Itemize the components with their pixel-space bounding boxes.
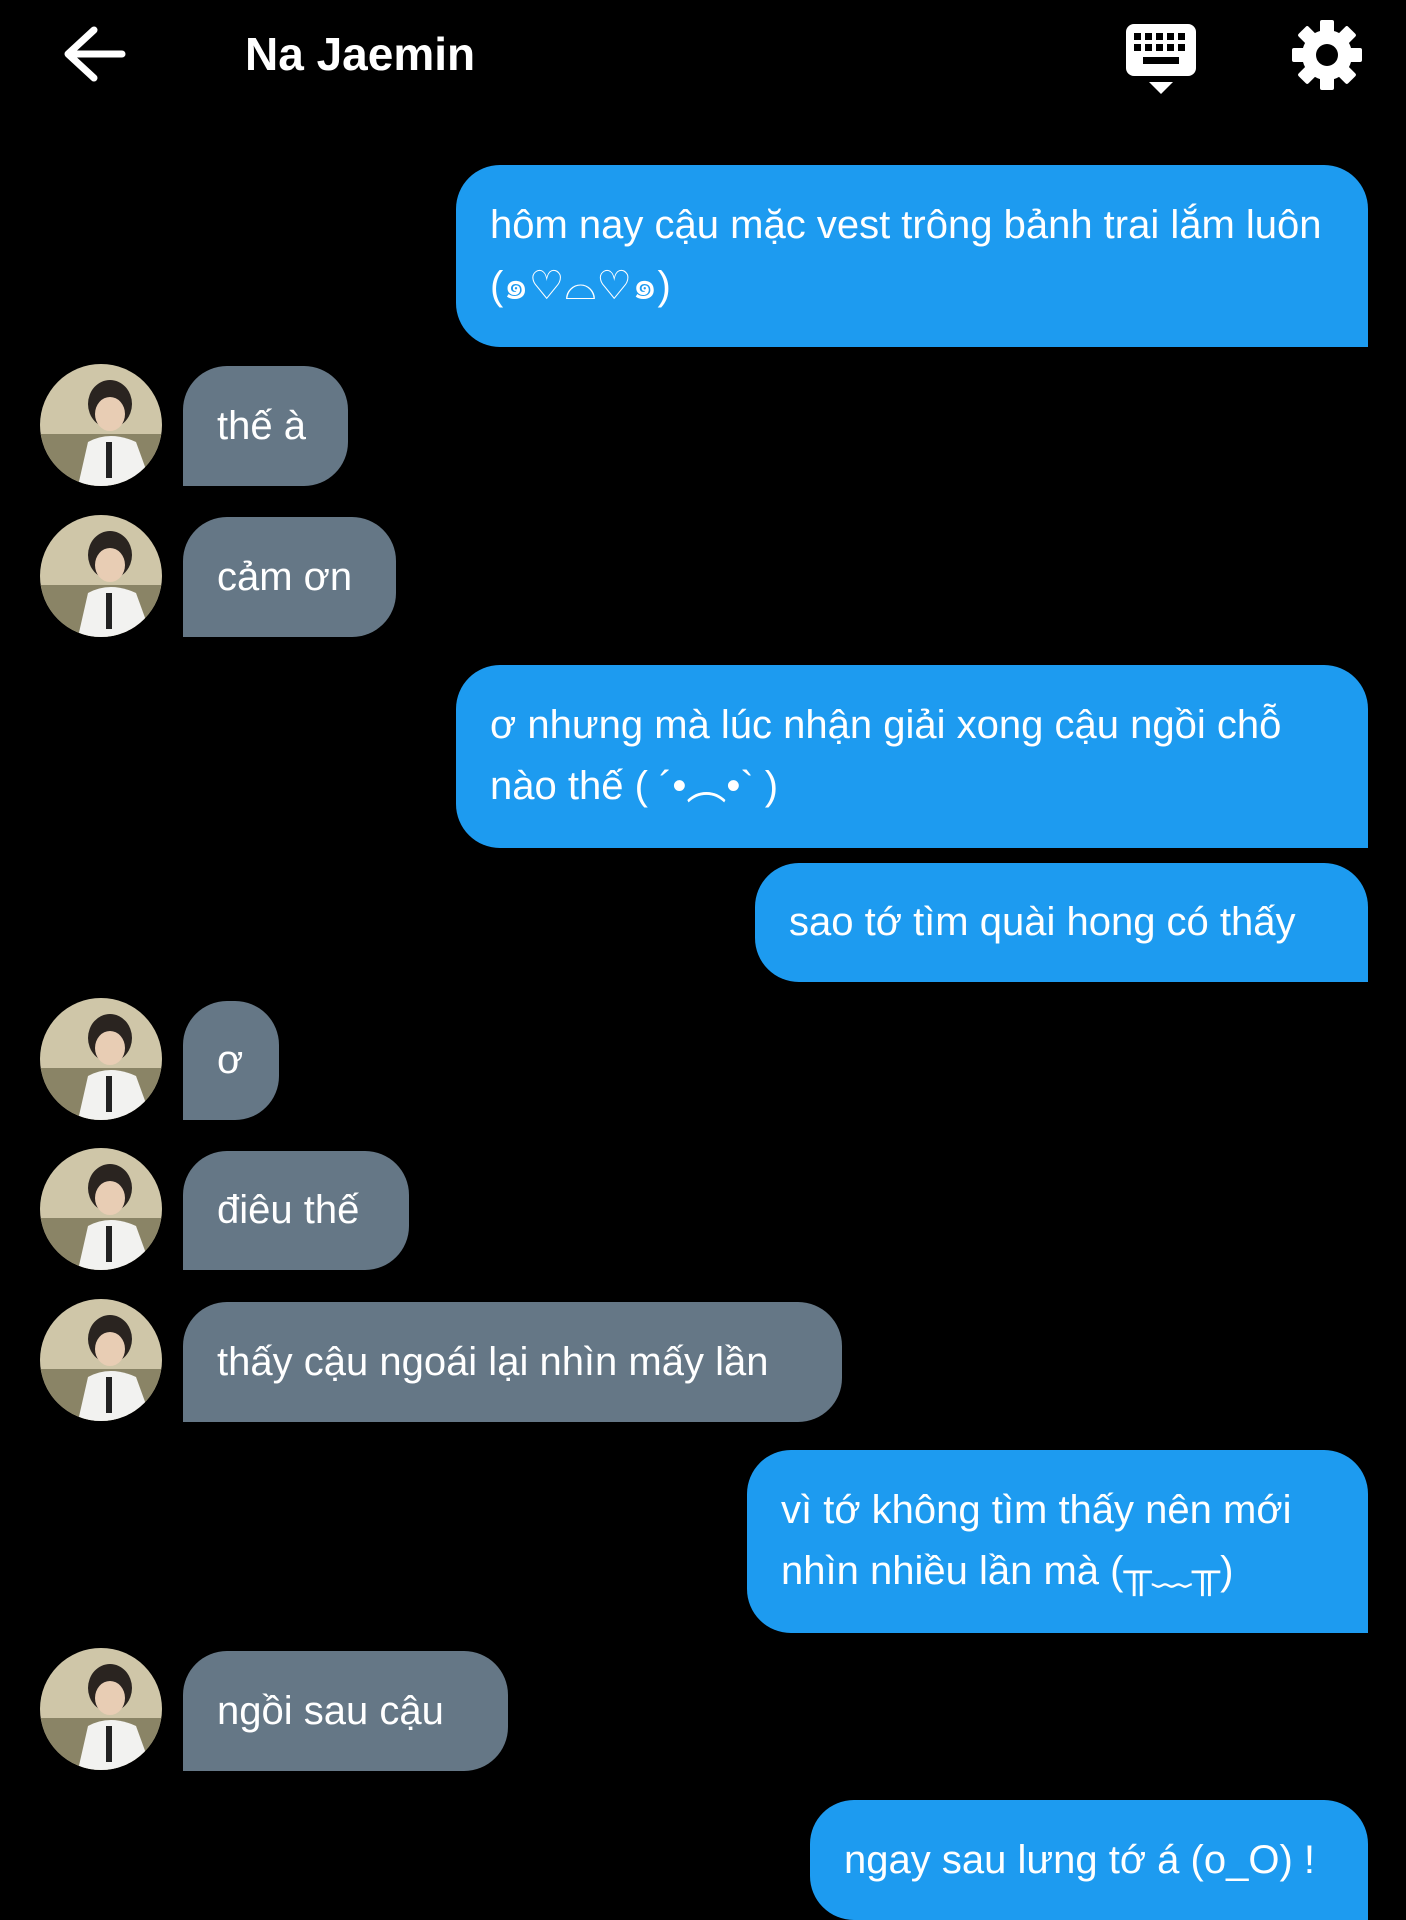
message-text: sao tớ tìm quài hong có thấy [789,900,1296,944]
sent-message[interactable]: ơ nhưng mà lúc nhận giải xong cậu ngồi c… [456,665,1368,848]
arrow-left-icon [64,26,126,82]
message-text: điêu thế [217,1188,360,1232]
sent-message[interactable]: sao tớ tìm quài hong có thấy [755,863,1368,982]
contact-avatar[interactable] [40,1648,162,1770]
contact-avatar[interactable] [40,1148,162,1270]
message-text: cảm ơn [217,555,353,599]
sent-message[interactable]: hôm nay cậu mặc vest trông bảnh trai lắm… [456,165,1368,347]
received-message[interactable]: cảm ơn [183,517,396,637]
keyboard-toggle-button[interactable] [1124,22,1198,96]
contact-avatar[interactable] [40,998,162,1120]
message-text: vì tớ không tìm thấy nên mới nhìn nhiều … [781,1488,1292,1593]
back-button[interactable] [58,24,132,84]
contact-avatar[interactable] [40,364,162,486]
received-message[interactable]: điêu thế [183,1151,409,1270]
keyboard-hide-icon [1126,24,1196,94]
chat-header: Na Jaemin [0,0,1406,110]
contact-avatar[interactable] [40,1299,162,1421]
gear-icon [1292,20,1362,90]
message-text: ngay sau lưng tớ á (o_O) ! [844,1838,1316,1882]
message-text: thế à [217,404,306,448]
message-text: hôm nay cậu mặc vest trông bảnh trai lắm… [490,203,1322,308]
received-message[interactable]: ngồi sau cậu [183,1651,508,1771]
received-message[interactable]: thấy cậu ngoái lại nhìn mấy lần [183,1302,842,1422]
message-text: ơ [217,1038,244,1082]
received-message[interactable]: thế à [183,366,348,486]
contact-avatar[interactable] [40,515,162,637]
message-text: ơ nhưng mà lúc nhận giải xong cậu ngồi c… [490,703,1282,808]
settings-button[interactable] [1290,18,1364,92]
sent-message[interactable]: ngay sau lưng tớ á (o_O) ! [810,1800,1368,1920]
message-text: ngồi sau cậu [217,1689,444,1733]
conversation-title: Na Jaemin [245,28,476,80]
received-message[interactable]: ơ [183,1001,279,1120]
message-text: thấy cậu ngoái lại nhìn mấy lần [217,1340,769,1384]
sent-message[interactable]: vì tớ không tìm thấy nên mới nhìn nhiều … [747,1450,1368,1633]
